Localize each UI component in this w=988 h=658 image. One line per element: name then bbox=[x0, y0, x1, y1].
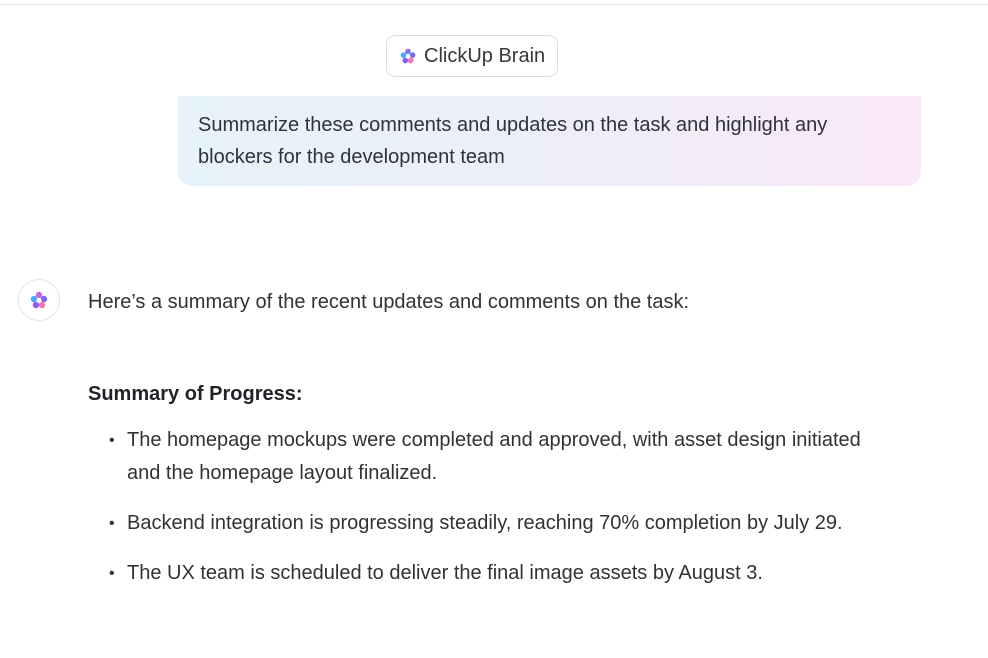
assistant-avatar bbox=[18, 279, 60, 321]
response-intro: Here’s a summary of the recent updates a… bbox=[88, 291, 690, 313]
summary-bullet-item: The homepage mockups were completed and … bbox=[109, 424, 899, 490]
summary-heading: Summary of Progress: bbox=[88, 383, 303, 405]
user-prompt-bubble: Summarize these comments and updates on … bbox=[178, 96, 921, 186]
badge-label: ClickUp Brain bbox=[424, 44, 546, 67]
user-prompt-text: Summarize these comments and updates on … bbox=[198, 114, 828, 168]
summary-bullet-text: Backend integration is progressing stead… bbox=[127, 512, 843, 534]
top-divider bbox=[0, 4, 988, 5]
summary-bullet-text: The homepage mockups were completed and … bbox=[127, 429, 861, 484]
summary-bullet-list: The homepage mockups were completed and … bbox=[109, 424, 899, 607]
summary-bullet-item: Backend integration is progressing stead… bbox=[109, 507, 899, 540]
clickup-brain-icon bbox=[399, 47, 417, 65]
clickup-brain-icon bbox=[29, 290, 49, 310]
clickup-brain-badge[interactable]: ClickUp Brain bbox=[386, 35, 559, 77]
summary-bullet-text: The UX team is scheduled to deliver the … bbox=[127, 562, 763, 584]
summary-bullet-item: The UX team is scheduled to deliver the … bbox=[109, 557, 899, 590]
